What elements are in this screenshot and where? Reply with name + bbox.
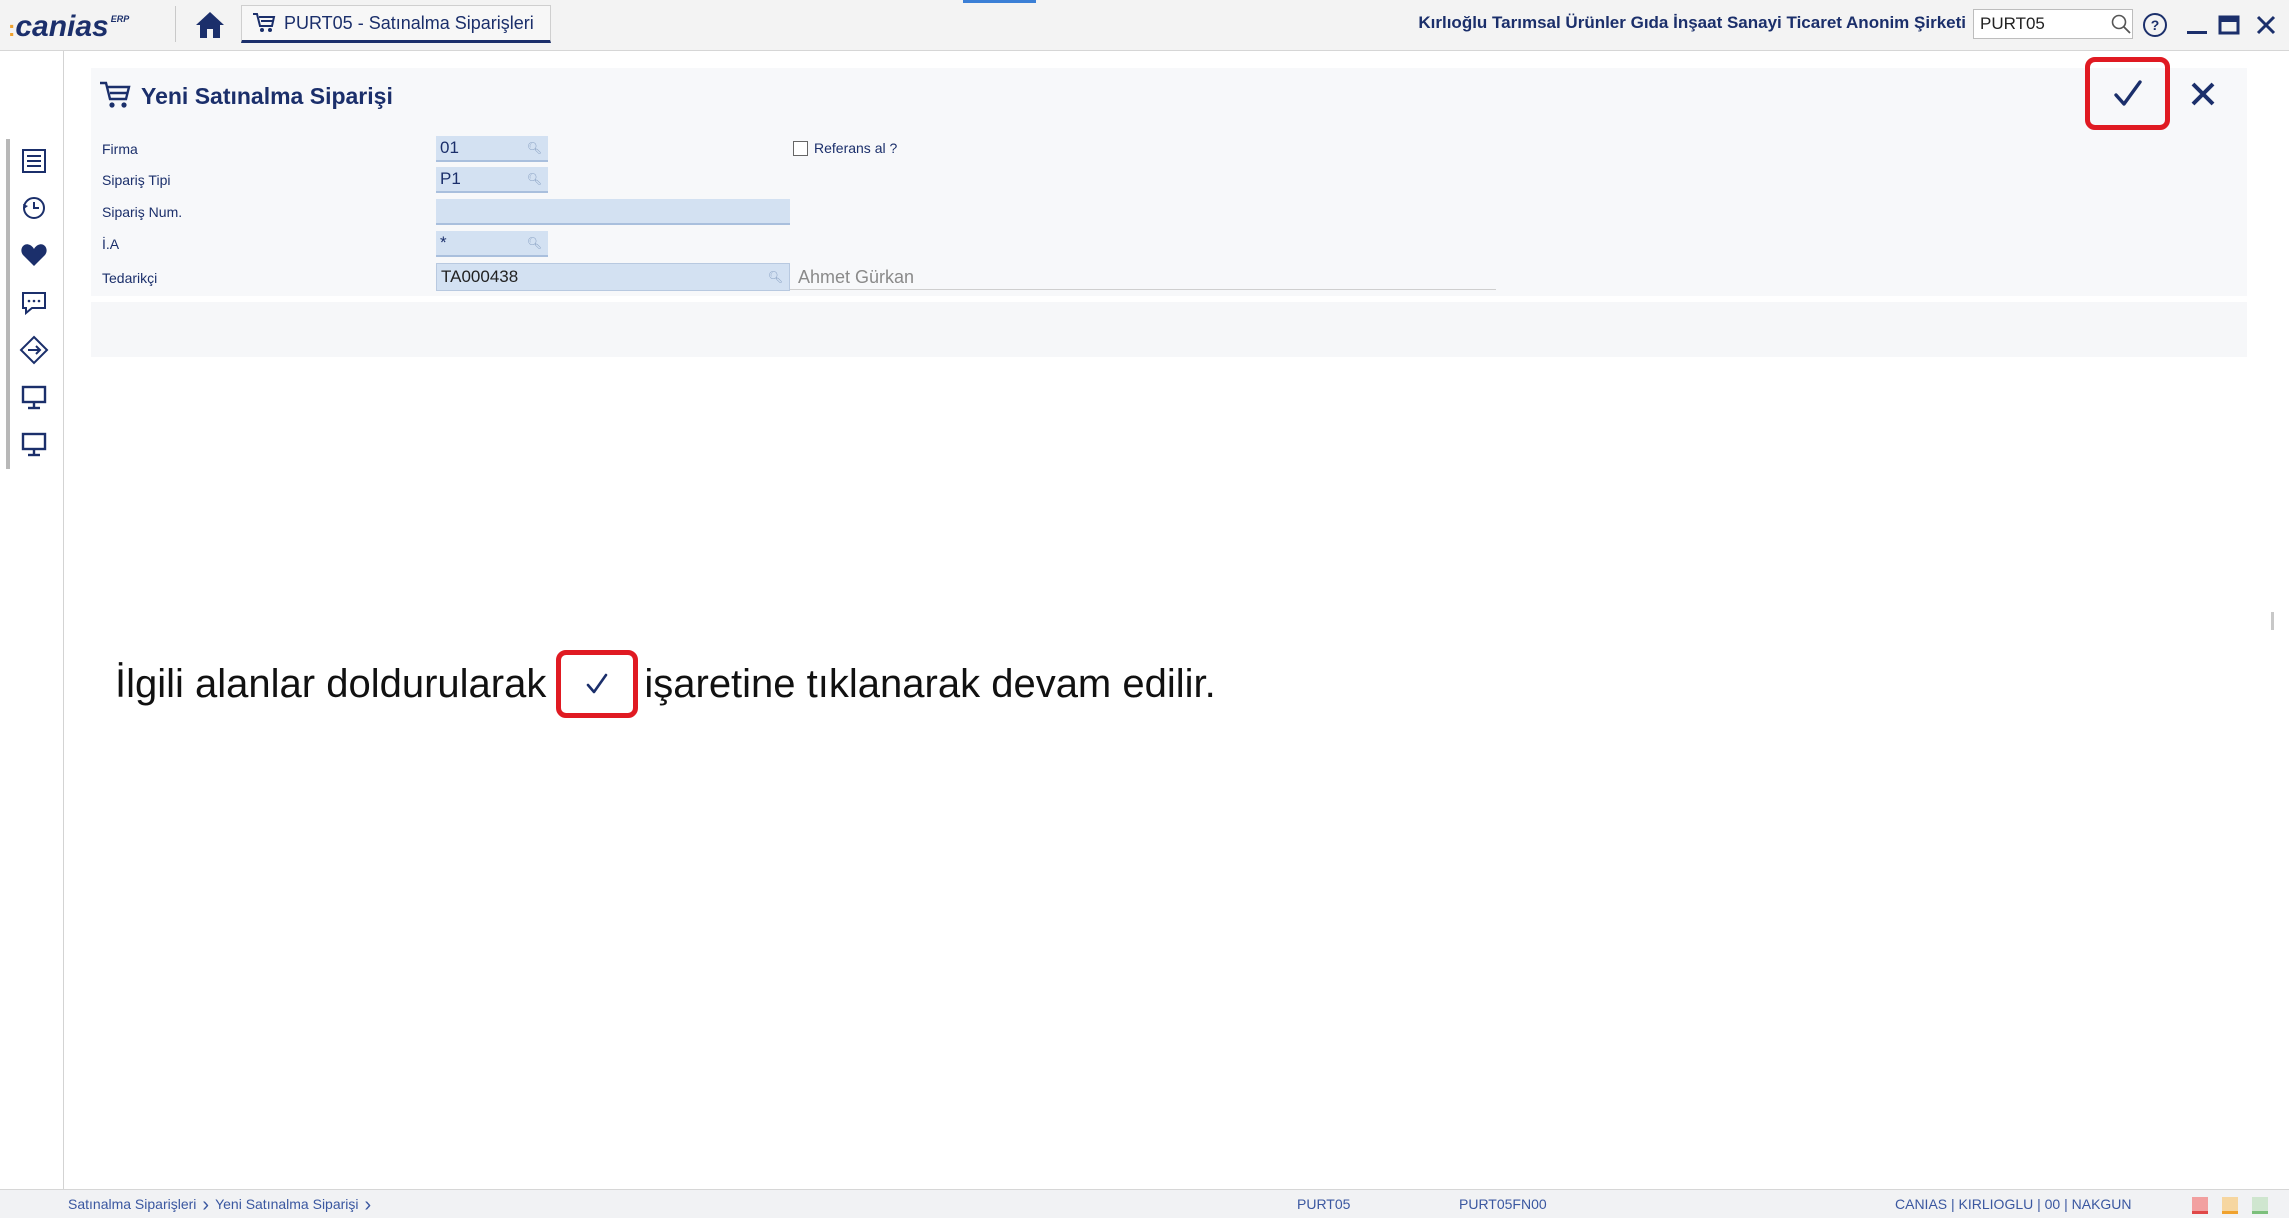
instruction-check-highlight	[556, 650, 639, 718]
search-icon[interactable]: 🔍︎	[768, 270, 783, 284]
breadcrumb-item-1[interactable]: Satınalma Siparişleri	[68, 1196, 196, 1212]
tab-label: PURT05 - Satınalma Siparişleri	[284, 12, 534, 33]
chevron-right-icon: ›	[202, 1194, 210, 1216]
topbar-divider	[175, 6, 176, 42]
status-orange-icon[interactable]	[2222, 1197, 2238, 1214]
close-icon	[2256, 15, 2276, 35]
help-button[interactable]: ?	[2140, 10, 2170, 40]
checkmark-icon	[587, 673, 608, 694]
firma-value: 01	[440, 138, 459, 157]
help-icon: ?	[2143, 13, 2167, 37]
search-icon[interactable]: 🔍︎	[527, 172, 542, 186]
status-transaction: PURT05	[1297, 1196, 1351, 1212]
sidebar-history-button[interactable]	[18, 192, 50, 224]
chevron-right-icon: ›	[364, 1194, 372, 1216]
navigate-icon	[19, 335, 49, 365]
firma-field[interactable]: 01 🔍︎	[436, 136, 548, 162]
tedarikci-value: TA000438	[441, 267, 519, 286]
logo-text: canias	[15, 10, 109, 43]
svg-text:?: ?	[2151, 17, 2160, 33]
confirm-button[interactable]	[2085, 57, 2170, 130]
status-function: PURT05FN00	[1459, 1196, 1547, 1212]
tedarikci-label: Tedarikçi	[102, 270, 158, 286]
referans-label: Referans al ?	[814, 140, 898, 156]
window-close-button[interactable]	[2251, 10, 2281, 40]
status-bar: Satınalma Siparişleri › Yeni Satınalma S…	[0, 1189, 2289, 1218]
status-session: CANIAS | KIRLIOGLU | 00 | NAKGUN	[1895, 1196, 2132, 1212]
sidebar-menu-button[interactable]	[18, 145, 50, 177]
detail-panel	[91, 302, 2247, 357]
scroll-indicator	[2271, 612, 2274, 630]
breadcrumb-item-2[interactable]: Yeni Satınalma Siparişi	[215, 1196, 358, 1212]
referans-checkbox[interactable]	[793, 141, 808, 156]
instruction-after: işaretine tıklanarak devam edilir.	[644, 661, 1216, 706]
monitor-icon	[21, 385, 47, 410]
company-name: Kırlıoğlu Tarımsal Ürünler Gıda İnşaat S…	[1418, 13, 1966, 32]
instruction-text: İlgili alanlar doldurularak işaretine tı…	[115, 650, 1216, 718]
top-bar: :canias ERP PURT05 - Satınalma Siparişler…	[0, 0, 2289, 51]
shopping-cart-icon	[253, 13, 276, 32]
close-icon	[2191, 82, 2215, 106]
tab-purt05[interactable]: PURT05 - Satınalma Siparişleri	[241, 5, 551, 43]
shopping-cart-icon	[100, 81, 131, 108]
heart-icon	[21, 244, 47, 266]
status-red-icon[interactable]	[2192, 1197, 2208, 1214]
breadcrumb: Satınalma Siparişleri › Yeni Satınalma S…	[68, 1194, 372, 1216]
sidebar-rail	[6, 139, 10, 469]
list-icon	[22, 149, 46, 173]
chat-icon	[22, 292, 46, 316]
canias-logo: :canias ERP	[8, 10, 129, 44]
maximize-icon	[2218, 15, 2240, 35]
transaction-search[interactable]	[1973, 9, 2133, 39]
sidebar-monitor-button-1[interactable]	[18, 381, 50, 413]
sidebar-messages-button[interactable]	[18, 287, 50, 319]
history-icon	[23, 197, 45, 219]
search-icon[interactable]	[2110, 13, 2132, 35]
siparis-num-label: Sipariş Num.	[102, 204, 183, 220]
ia-label: İ.A	[102, 236, 120, 252]
form-panel	[91, 68, 2247, 296]
home-button[interactable]	[190, 8, 230, 42]
search-icon[interactable]: 🔍︎	[527, 236, 542, 250]
page-title: Yeni Satınalma Siparişi	[141, 82, 393, 109]
siparis-num-field[interactable]	[436, 199, 790, 225]
minimize-button[interactable]	[2182, 10, 2212, 40]
sidebar-monitor-button-2[interactable]	[18, 428, 50, 460]
minimize-icon	[2187, 31, 2207, 34]
left-sidebar	[0, 51, 64, 1189]
sidebar-favorites-button[interactable]	[18, 239, 50, 271]
instruction-before: İlgili alanlar doldurularak	[115, 661, 547, 706]
ia-value: *	[440, 233, 447, 252]
tedarikci-name: Ahmet Gürkan	[790, 264, 1496, 290]
home-icon	[196, 12, 224, 38]
cancel-button[interactable]	[2182, 73, 2224, 115]
logo-sup: ERP	[110, 14, 130, 24]
tedarikci-field[interactable]: TA000438 🔍︎	[436, 263, 790, 291]
siparis-tipi-label: Sipariş Tipi	[102, 172, 171, 188]
form-title: Yeni Satınalma Siparişi	[99, 80, 393, 110]
top-accent-line	[963, 0, 1036, 3]
siparis-tipi-value: P1	[440, 169, 461, 188]
siparis-tipi-field[interactable]: P1 🔍︎	[436, 167, 548, 193]
firma-label: Firma	[102, 141, 138, 157]
transaction-search-input[interactable]	[1974, 11, 2110, 37]
search-icon[interactable]: 🔍︎	[527, 141, 542, 155]
sidebar-navigate-button[interactable]	[18, 334, 50, 366]
monitor-icon	[21, 432, 47, 457]
status-green-icon[interactable]	[2252, 1197, 2268, 1214]
maximize-button[interactable]	[2214, 10, 2244, 40]
ia-field[interactable]: * 🔍︎	[436, 231, 548, 257]
checkmark-icon	[2113, 79, 2142, 106]
